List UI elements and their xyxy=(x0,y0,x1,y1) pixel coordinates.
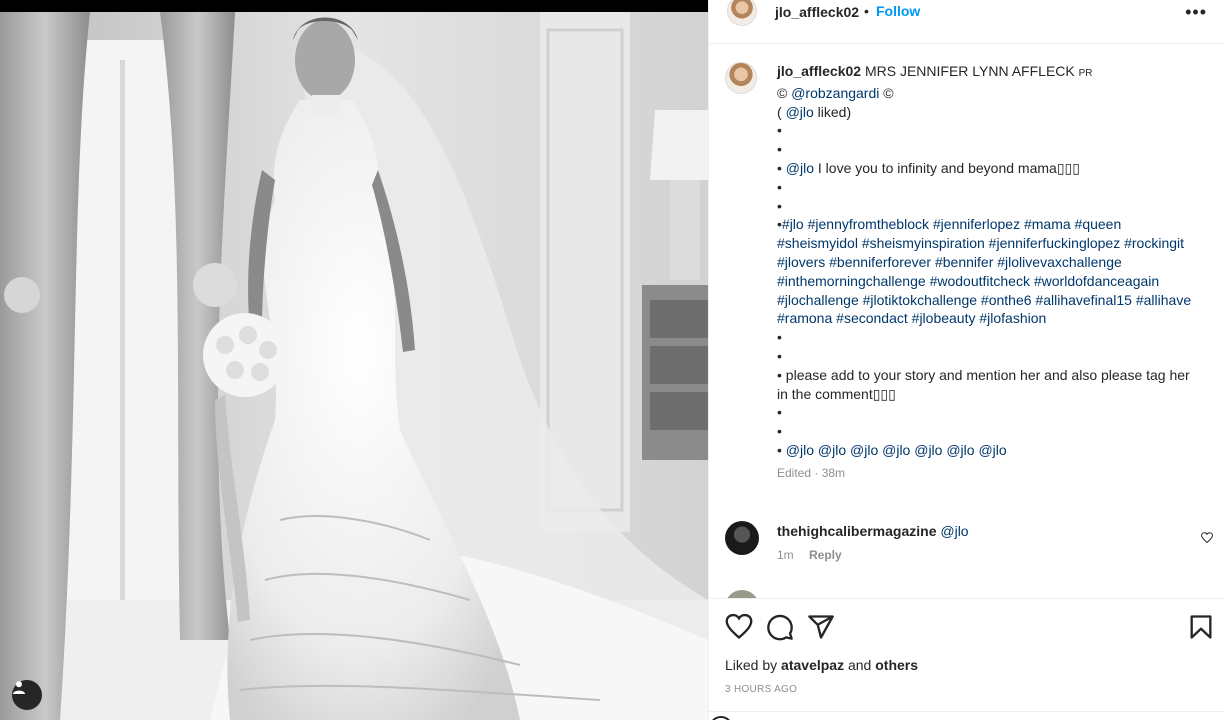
caption-link[interactable]: #allihavefinal15 xyxy=(1035,292,1132,308)
caption-link[interactable]: #bennifer xyxy=(935,254,993,270)
wedding-photo-image xyxy=(0,0,708,720)
caption-avatar[interactable] xyxy=(725,62,757,94)
caption-link[interactable]: @jlo xyxy=(914,442,942,458)
caption-link[interactable]: #jennyfromtheblock xyxy=(808,216,929,232)
caption-link[interactable]: #queen xyxy=(1075,216,1122,232)
next-commenter-avatar[interactable] xyxy=(725,590,759,598)
caption-username[interactable]: jlo_affleck02 xyxy=(777,63,861,79)
caption-link[interactable]: #mama xyxy=(1024,216,1071,232)
caption-link[interactable]: @jlo xyxy=(786,104,814,120)
caption-link[interactable]: #secondact xyxy=(836,310,908,326)
caption-line: • please add to your story and mention h… xyxy=(777,366,1194,402)
caption-link[interactable]: #jlobeauty xyxy=(912,310,976,326)
more-options-icon[interactable]: ••• xyxy=(1185,2,1207,23)
caption-link[interactable]: @jlo xyxy=(882,442,910,458)
comments-scroll-area[interactable]: jlo_affleck02 MRS JENNIFER LYNN AFFLECK … xyxy=(709,44,1224,598)
caption-link[interactable]: #rockingit xyxy=(1124,235,1184,251)
add-comment-row xyxy=(709,711,1224,720)
comment-meta: 1m Reply xyxy=(777,548,854,562)
caption-line: • xyxy=(777,178,782,195)
caption-link[interactable]: #allihave xyxy=(1136,292,1191,308)
caption-title: MRS JENNIFER LYNN AFFLECK xyxy=(861,63,1079,79)
follow-button[interactable]: Follow xyxy=(876,3,920,19)
caption-edited-time: Edited · 38m xyxy=(777,465,846,480)
caption-link[interactable]: @jlo xyxy=(786,160,814,176)
caption-link[interactable]: #inthemorningchallenge xyxy=(777,273,926,289)
post-detail-panel: jlo_affleck02 • Follow ••• jlo_affleck02… xyxy=(708,0,1224,720)
save-bookmark-icon[interactable] xyxy=(1187,613,1215,641)
caption-line: • xyxy=(777,122,782,139)
commenter-username[interactable]: thehighcalibermagazine xyxy=(777,523,936,539)
post-photo[interactable] xyxy=(0,0,708,720)
caption-link[interactable]: #jlovers xyxy=(777,254,825,270)
caption-hashtags[interactable]: •#jlo #jennyfromtheblock #jenniferlopez … xyxy=(777,215,1197,328)
comment-item: thehighcalibermagazine @jlo 1m Reply xyxy=(709,520,1224,580)
comment-like-heart-icon[interactable] xyxy=(1201,532,1213,544)
liked-by-text: Liked by atavelpaz and others xyxy=(725,657,918,673)
reply-button[interactable]: Reply xyxy=(809,548,842,562)
emoji-icon[interactable] xyxy=(709,716,733,720)
liked-by-prefix: Liked by xyxy=(725,657,782,673)
caption-line: ( @jlo liked) xyxy=(777,103,852,120)
comment-mention[interactable]: @jlo xyxy=(940,523,968,539)
share-send-icon[interactable] xyxy=(807,613,835,641)
post-caption: jlo_affleck02 MRS JENNIFER LYNN AFFLECK … xyxy=(777,62,1197,483)
caption-link[interactable]: #onthe6 xyxy=(981,292,1032,308)
post-time-ago[interactable]: 3 HOURS AGO xyxy=(725,684,797,695)
caption-link[interactable]: #jlochallenge xyxy=(777,292,859,308)
user-tag-button[interactable] xyxy=(12,680,42,710)
caption-line: • xyxy=(777,404,782,421)
caption-line: • xyxy=(777,423,782,440)
caption-link[interactable]: @jlo xyxy=(850,442,878,458)
caption-link[interactable]: #ramona xyxy=(777,310,832,326)
comment-bubble-icon[interactable] xyxy=(766,613,794,641)
commenter-avatar[interactable] xyxy=(725,521,759,555)
comment-time: 1m xyxy=(777,548,794,562)
liked-by-others[interactable]: others xyxy=(875,657,918,673)
caption-link[interactable]: #jenniferlopez xyxy=(933,216,1020,232)
liked-by-and: and xyxy=(844,657,876,673)
user-tag-icon xyxy=(13,681,25,694)
caption-link[interactable]: #benniferforever xyxy=(829,254,931,270)
author-avatar[interactable] xyxy=(727,0,757,26)
caption-link[interactable]: @jlo xyxy=(978,442,1006,458)
caption-link[interactable]: #wodoutfitcheck xyxy=(930,273,1030,289)
caption-line: • xyxy=(777,197,782,214)
caption-link[interactable]: #sheismyinspiration xyxy=(862,235,985,251)
caption-line: • @jlo I love you to infinity and beyond… xyxy=(777,159,1080,176)
caption-title-suffix: PR xyxy=(1078,68,1093,79)
caption-link[interactable]: #sheismyidol xyxy=(777,235,858,251)
post-header: jlo_affleck02 • Follow ••• xyxy=(709,0,1224,44)
header-separator: • xyxy=(864,3,869,19)
caption-link[interactable]: @jlo xyxy=(946,442,974,458)
caption-link[interactable]: @jlo xyxy=(786,442,814,458)
caption-link[interactable]: #worldofdanceagain xyxy=(1034,273,1159,289)
comment-text: thehighcalibermagazine @jlo xyxy=(777,523,969,539)
caption-link[interactable]: #jlofashion xyxy=(979,310,1046,326)
caption-line: • xyxy=(777,347,782,364)
caption-link[interactable]: #jlolivevaxchallenge xyxy=(997,254,1122,270)
post-actions-bar: Liked by atavelpaz and others 3 HOURS AG… xyxy=(709,598,1224,720)
caption-link[interactable]: #jenniferfuckinglopez xyxy=(989,235,1121,251)
author-username[interactable]: jlo_affleck02 xyxy=(775,4,859,20)
caption-link[interactable]: @robzangardi xyxy=(791,85,879,101)
caption-link[interactable]: #jlo xyxy=(782,216,804,232)
liked-by-user[interactable]: atavelpaz xyxy=(781,657,844,673)
caption-link[interactable]: @jlo xyxy=(818,442,846,458)
caption-line: © @robzangardi © xyxy=(777,84,894,101)
caption-title-line: jlo_affleck02 MRS JENNIFER LYNN AFFLECK … xyxy=(777,62,1197,84)
caption-link[interactable]: #jlotiktokchallenge xyxy=(863,292,977,308)
caption-line: • xyxy=(777,141,782,158)
like-heart-icon[interactable] xyxy=(725,613,753,641)
caption-mentions[interactable]: • @jlo @jlo @jlo @jlo @jlo @jlo @jlo xyxy=(777,441,1197,460)
caption-line: • xyxy=(777,329,782,346)
